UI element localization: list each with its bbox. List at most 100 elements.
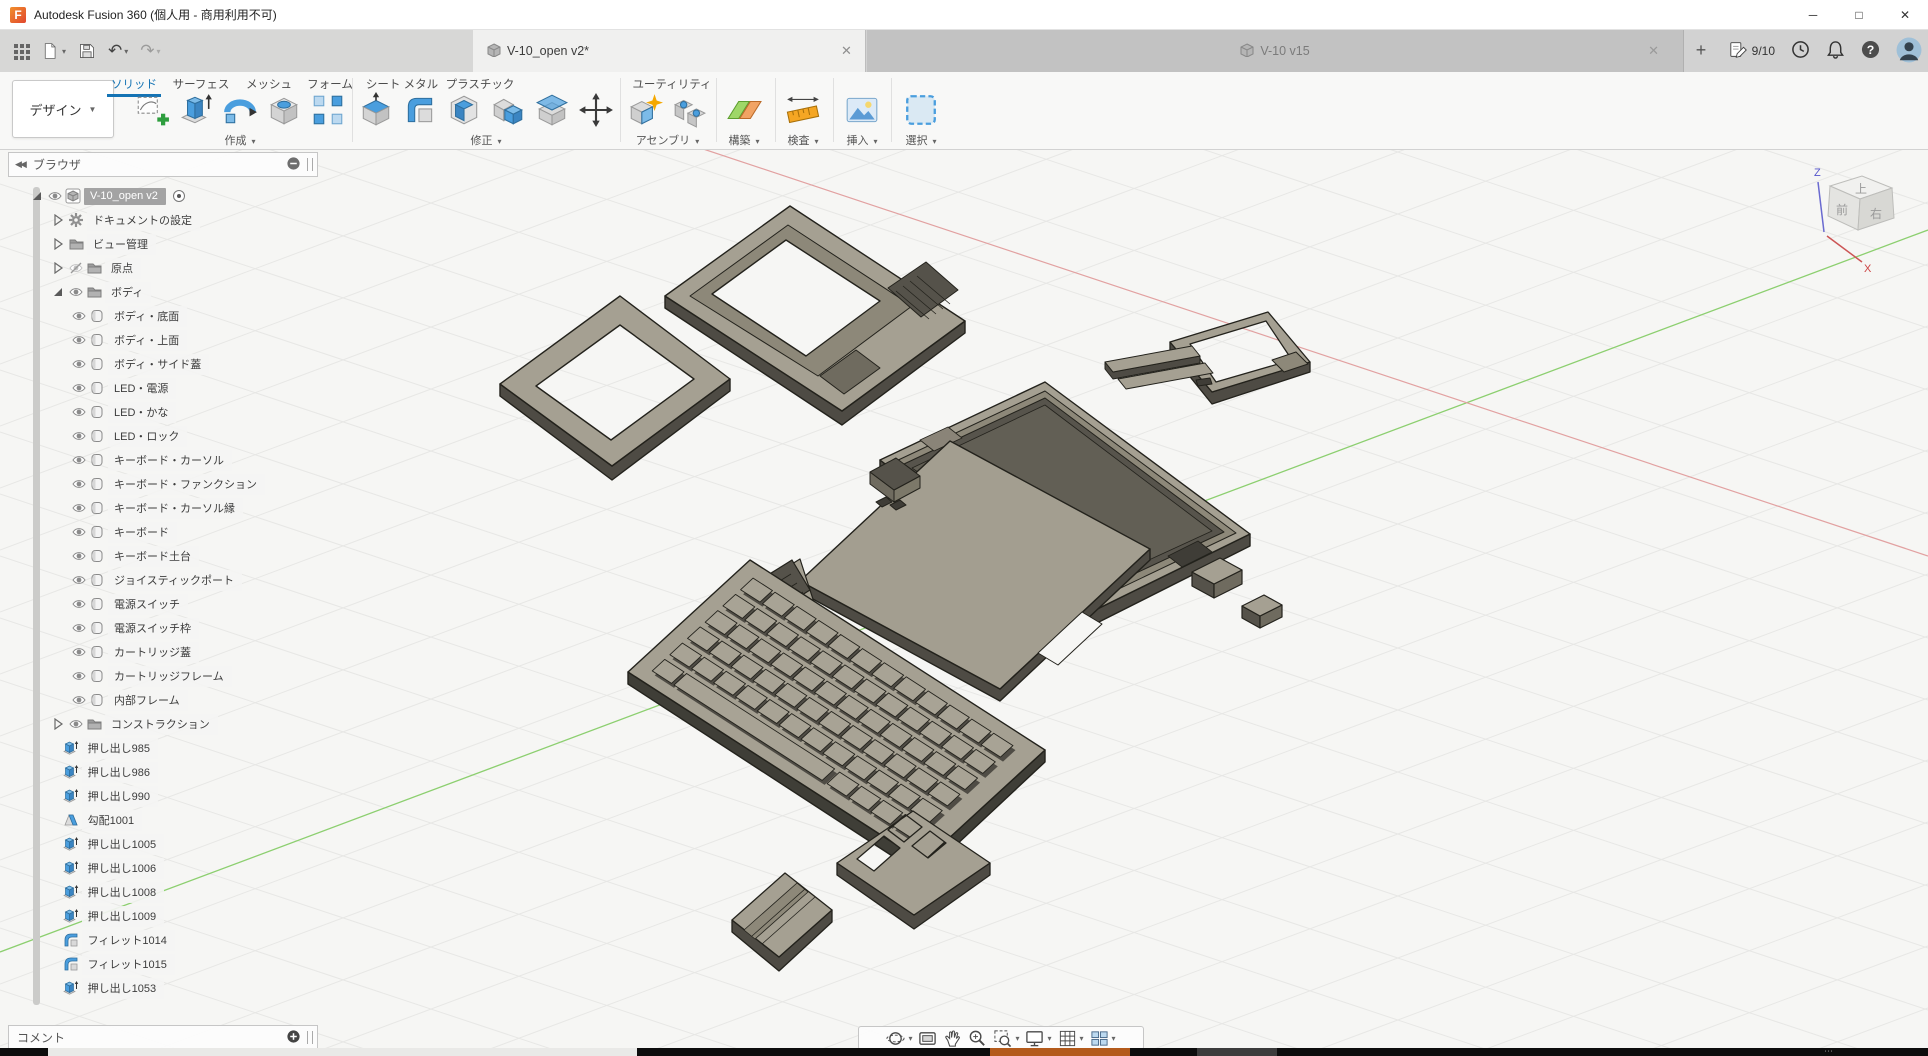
tree-item-label[interactable]: 押し出し1009 — [82, 906, 164, 927]
pan-tool[interactable] — [943, 1029, 962, 1048]
shell-button[interactable] — [446, 92, 482, 128]
new-component-button[interactable] — [627, 92, 663, 128]
tab-v10-v15[interactable]: V-10 v15 ✕ — [867, 30, 1684, 72]
close-button[interactable]: ✕ — [1882, 0, 1928, 30]
tree-item[interactable]: ボディ・上面 — [70, 329, 187, 351]
tab-close-icon[interactable]: ✕ — [841, 43, 852, 59]
tree-item[interactable]: 押し出し986 — [62, 761, 158, 783]
tree-item-label[interactable]: キーボード土台 — [108, 546, 199, 567]
fillet-button[interactable] — [402, 92, 438, 128]
tree-item[interactable]: ボディ・底面 — [70, 305, 187, 327]
press-pull-button[interactable] — [358, 92, 394, 128]
ribbon-tab-3[interactable]: メッシュ — [242, 74, 296, 94]
visibility-eye-icon[interactable] — [70, 332, 88, 348]
tree-item-label[interactable]: V-10_open v2 — [84, 188, 166, 205]
tree-item[interactable]: LED・電源 — [70, 377, 176, 399]
tree-item-label[interactable]: キーボード・カーソル — [108, 450, 232, 471]
tree-item-label[interactable]: 押し出し1053 — [82, 978, 164, 999]
collapse-arrow-icon[interactable] — [49, 284, 67, 300]
tree-item[interactable]: ドキュメントの設定 — [49, 209, 200, 231]
tree-item[interactable]: カートリッジ蓋 — [70, 641, 199, 663]
tree-item[interactable]: LED・ロック — [70, 425, 187, 447]
model-cartridge-door[interactable] — [732, 873, 832, 971]
collapse-arrow-icon[interactable] — [28, 188, 46, 204]
tree-item-label[interactable]: カートリッジ蓋 — [108, 642, 199, 663]
visibility-eye-icon[interactable] — [70, 452, 88, 468]
tree-item-label[interactable]: ジョイスティックポート — [108, 570, 242, 591]
visibility-eye-icon[interactable] — [70, 380, 88, 396]
tree-item[interactable]: カートリッジフレーム — [70, 665, 232, 687]
look-at-tool[interactable] — [918, 1029, 937, 1048]
ribbon-group-5-dropdown[interactable]: 検査 ▾ — [787, 132, 818, 148]
tree-item[interactable]: フィレット1014 — [62, 929, 175, 951]
tree-item[interactable]: 押し出し1008 — [62, 881, 164, 903]
add-comment-icon[interactable] — [286, 1029, 301, 1047]
tree-item-label[interactable]: 押し出し990 — [82, 786, 158, 807]
tree-item-label[interactable]: LED・かな — [108, 402, 176, 423]
visibility-eye-icon[interactable] — [70, 356, 88, 372]
grid-settings-tool[interactable]: ▾ — [1058, 1029, 1084, 1048]
ribbon-tab-2[interactable]: サーフェス — [169, 74, 234, 94]
visibility-eye-icon[interactable] — [70, 644, 88, 660]
clock-icon[interactable] — [1791, 40, 1810, 62]
measure-button[interactable] — [785, 92, 821, 128]
tree-item[interactable]: キーボード・カーソル — [70, 449, 232, 471]
ribbon-group-4-dropdown[interactable]: 構築 ▾ — [728, 132, 759, 148]
expand-arrow-icon[interactable] — [49, 716, 67, 732]
tree-item[interactable]: V-10_open v2 — [28, 185, 188, 207]
tab-close-icon[interactable]: ✕ — [1648, 43, 1659, 59]
visibility-eye-icon[interactable] — [67, 716, 85, 732]
visibility-eye-icon[interactable] — [67, 260, 85, 276]
visibility-eye-icon[interactable] — [70, 620, 88, 636]
tab-v10-open-v2[interactable]: V-10_open v2* ✕ — [473, 30, 866, 72]
browser-panel-header[interactable]: ◀◀ ブラウザ — [8, 152, 318, 177]
tree-item-label[interactable]: 内部フレーム — [108, 690, 188, 711]
activate-component-radio[interactable] — [170, 188, 188, 204]
tree-item[interactable]: キーボード・ファンクション — [70, 473, 265, 495]
visibility-eye-icon[interactable] — [70, 692, 88, 708]
tree-item-label[interactable]: LED・ロック — [108, 426, 187, 447]
collapse-all-icon[interactable] — [286, 156, 301, 174]
visibility-eye-icon[interactable] — [46, 188, 64, 204]
ribbon-group-2-dropdown[interactable]: 修正 ▾ — [470, 132, 501, 148]
hole-button[interactable] — [266, 92, 302, 128]
tree-item-label[interactable]: ボディ — [105, 282, 151, 303]
help-icon[interactable]: ? — [1861, 40, 1880, 62]
tree-item-label[interactable]: 電源スイッチ — [108, 594, 188, 615]
tree-item[interactable]: フィレット1015 — [62, 953, 175, 975]
tree-item-label[interactable]: 押し出し1005 — [82, 834, 164, 855]
visibility-eye-icon[interactable] — [70, 668, 88, 684]
tree-item[interactable]: 押し出し1006 — [62, 857, 164, 879]
tree-item[interactable]: 内部フレーム — [70, 689, 188, 711]
job-status-button[interactable]: 9/10 — [1729, 40, 1775, 63]
ribbon-group-6-dropdown[interactable]: 挿入 ▾ — [846, 132, 877, 148]
extrude-button[interactable] — [178, 92, 214, 128]
tree-item[interactable]: コンストラクション — [49, 713, 218, 735]
move-button[interactable] — [578, 92, 614, 128]
tree-item[interactable]: ビュー管理 — [49, 233, 156, 255]
fit-tool[interactable]: ▾ — [993, 1029, 1019, 1048]
tree-item-label[interactable]: 押し出し1008 — [82, 882, 164, 903]
tree-item-label[interactable]: 押し出し986 — [82, 762, 158, 783]
avatar[interactable] — [1896, 37, 1922, 66]
app-grid-menu-button[interactable] — [12, 42, 30, 60]
panel-drag-grip[interactable] — [307, 1031, 313, 1044]
tree-item[interactable]: キーボード — [70, 521, 177, 543]
visibility-eye-icon[interactable] — [70, 548, 88, 564]
visibility-eye-icon[interactable] — [70, 308, 88, 324]
collapse-panel-icon[interactable]: ◀◀ — [15, 159, 25, 170]
tree-item[interactable]: 押し出し990 — [62, 785, 158, 807]
undo-button[interactable]: ↶▾ — [108, 41, 128, 61]
expand-arrow-icon[interactable] — [49, 260, 67, 276]
construction-plane-button[interactable] — [726, 92, 762, 128]
tree-item-label[interactable]: ドキュメントの設定 — [87, 210, 200, 231]
ribbon-tab-1[interactable]: ソリッド — [107, 74, 161, 94]
combine-button[interactable] — [490, 92, 526, 128]
save-button[interactable] — [78, 42, 96, 60]
tree-item-label[interactable]: キーボード・カーソル縁 — [108, 498, 243, 519]
tree-item[interactable]: 電源スイッチ枠 — [70, 617, 199, 639]
viewcube[interactable]: Z X 上 前 右 — [1814, 167, 1894, 275]
tree-item-label[interactable]: フィレット1015 — [82, 954, 175, 975]
file-menu-button[interactable]: ▾ — [42, 42, 66, 60]
display-settings-tool[interactable]: ▾ — [1025, 1029, 1051, 1048]
